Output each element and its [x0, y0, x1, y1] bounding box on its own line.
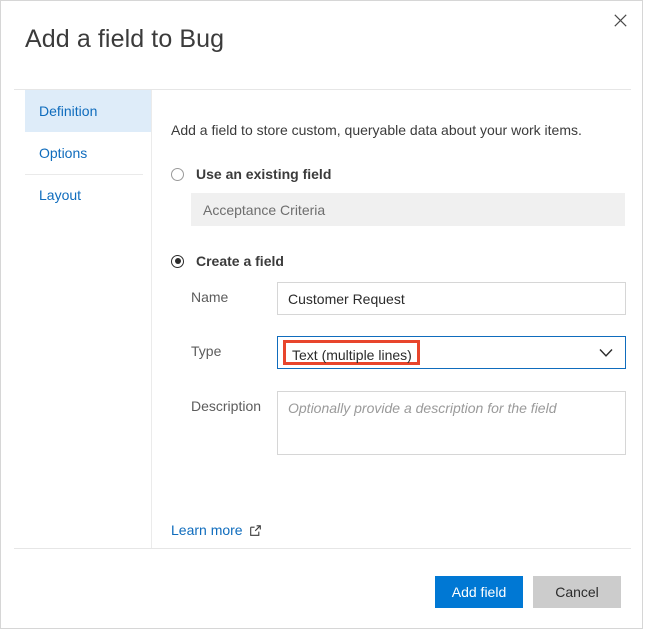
radio-create-field[interactable]: Create a field — [171, 253, 284, 269]
type-select-wrap: Text (multiple lines) — [277, 336, 626, 369]
tab-options[interactable]: Options — [25, 132, 151, 174]
tab-definition-label: Definition — [39, 103, 98, 119]
learn-more-label: Learn more — [171, 522, 243, 538]
close-icon — [613, 13, 627, 27]
type-select[interactable]: Text (multiple lines) — [277, 336, 626, 369]
external-link-icon — [249, 524, 261, 536]
dialog-footer: Add field Cancel — [1, 549, 642, 628]
tab-rail: Definition Options Layout — [25, 90, 151, 216]
description-textarea[interactable] — [277, 391, 626, 455]
tab-options-label: Options — [39, 145, 88, 161]
tab-layout-label: Layout — [39, 187, 82, 203]
radio-selected-icon — [171, 254, 184, 268]
description-textarea-wrap — [277, 391, 626, 460]
radio-use-existing-field[interactable]: Use an existing field — [171, 166, 331, 182]
name-input-wrap — [277, 282, 626, 315]
add-field-button[interactable]: Add field — [435, 576, 523, 608]
radio-create-field-label: Create a field — [196, 253, 284, 269]
rail-divider — [151, 90, 152, 548]
tab-definition[interactable]: Definition — [25, 90, 151, 132]
learn-more-link[interactable]: Learn more — [171, 522, 261, 538]
type-select-value: Text (multiple lines) — [283, 340, 420, 365]
type-label: Type — [191, 343, 222, 359]
name-input[interactable] — [277, 282, 626, 315]
chevron-down-icon — [599, 348, 613, 357]
description-label: Description — [191, 398, 262, 414]
intro-text: Add a field to store custom, queryable d… — [171, 122, 582, 138]
existing-field-value: Acceptance Criteria — [203, 201, 326, 218]
radio-use-existing-field-label: Use an existing field — [196, 166, 332, 182]
dialog-title: Add a field to Bug — [25, 25, 225, 53]
radio-unselected-icon — [171, 167, 184, 181]
existing-field-select: Acceptance Criteria — [191, 193, 625, 226]
add-field-dialog: Add a field to Bug Definition Options La… — [0, 0, 643, 629]
name-label: Name — [191, 289, 229, 305]
cancel-button[interactable]: Cancel — [533, 576, 621, 608]
close-button[interactable] — [604, 5, 636, 35]
tab-layout[interactable]: Layout — [25, 174, 151, 216]
